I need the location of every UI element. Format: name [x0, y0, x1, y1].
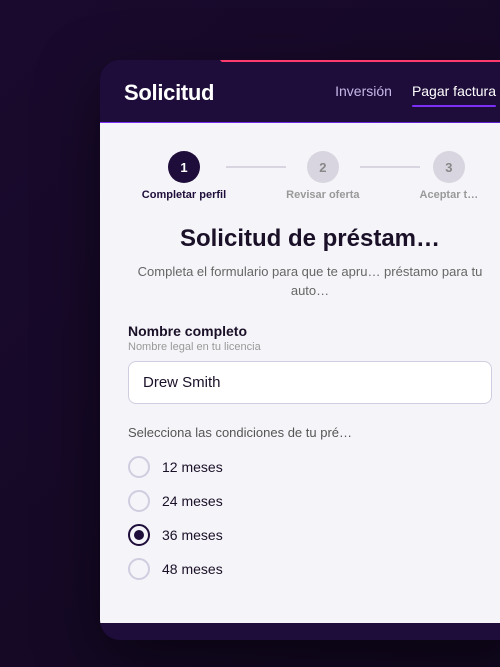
step-1: 1 Completar perfil — [142, 151, 226, 201]
radio-group-conditions: 12 meses 24 meses 36 meses 48 meses — [128, 456, 492, 580]
step-3: 3 Aceptar t… — [420, 151, 479, 201]
radio-circle-48 — [128, 558, 150, 580]
content-area: 1 Completar perfil 2 Revisar oferta 3 Ac… — [100, 123, 500, 623]
nav-bar: Inversión Pagar factura — [335, 83, 496, 103]
app-header: Solicitud Inversión Pagar factura — [100, 60, 500, 122]
full-name-hint: Nombre legal en tu licencia — [128, 341, 492, 353]
step-1-circle: 1 — [168, 151, 200, 183]
device-frame: Solicitud Inversión Pagar factura 1 Comp… — [100, 60, 500, 640]
radio-item-12[interactable]: 12 meses — [128, 456, 492, 478]
radio-inner-36 — [134, 530, 144, 540]
nav-item-pagar-factura[interactable]: Pagar factura — [412, 83, 496, 103]
radio-circle-36 — [128, 524, 150, 546]
app-title: Solicitud — [124, 80, 214, 106]
stepper: 1 Completar perfil 2 Revisar oferta 3 Ac… — [128, 151, 492, 201]
step-2: 2 Revisar oferta — [286, 151, 359, 201]
step-2-circle: 2 — [307, 151, 339, 183]
radio-item-36[interactable]: 36 meses — [128, 524, 492, 546]
step-1-label: Completar perfil — [142, 189, 226, 201]
radio-label-24: 24 meses — [162, 493, 223, 509]
form-title: Solicitud de préstam… — [128, 225, 492, 254]
step-3-circle: 3 — [433, 151, 465, 183]
radio-circle-12 — [128, 456, 150, 478]
step-2-label: Revisar oferta — [286, 189, 359, 201]
nav-item-inversion[interactable]: Inversión — [335, 83, 392, 103]
conditions-label: Selecciona las condiciones de tu pré… — [128, 424, 492, 442]
full-name-input[interactable] — [128, 361, 492, 404]
radio-label-12: 12 meses — [162, 459, 223, 475]
step-connector-1 — [226, 166, 286, 168]
radio-item-24[interactable]: 24 meses — [128, 490, 492, 512]
form-subtitle: Completa el formulario para que te apru…… — [128, 262, 492, 301]
step-connector-2 — [360, 166, 420, 168]
radio-label-36: 36 meses — [162, 527, 223, 543]
radio-circle-24 — [128, 490, 150, 512]
step-3-label: Aceptar t… — [420, 189, 479, 201]
radio-label-48: 48 meses — [162, 561, 223, 577]
radio-item-48[interactable]: 48 meses — [128, 558, 492, 580]
full-name-label: Nombre completo — [128, 323, 492, 339]
